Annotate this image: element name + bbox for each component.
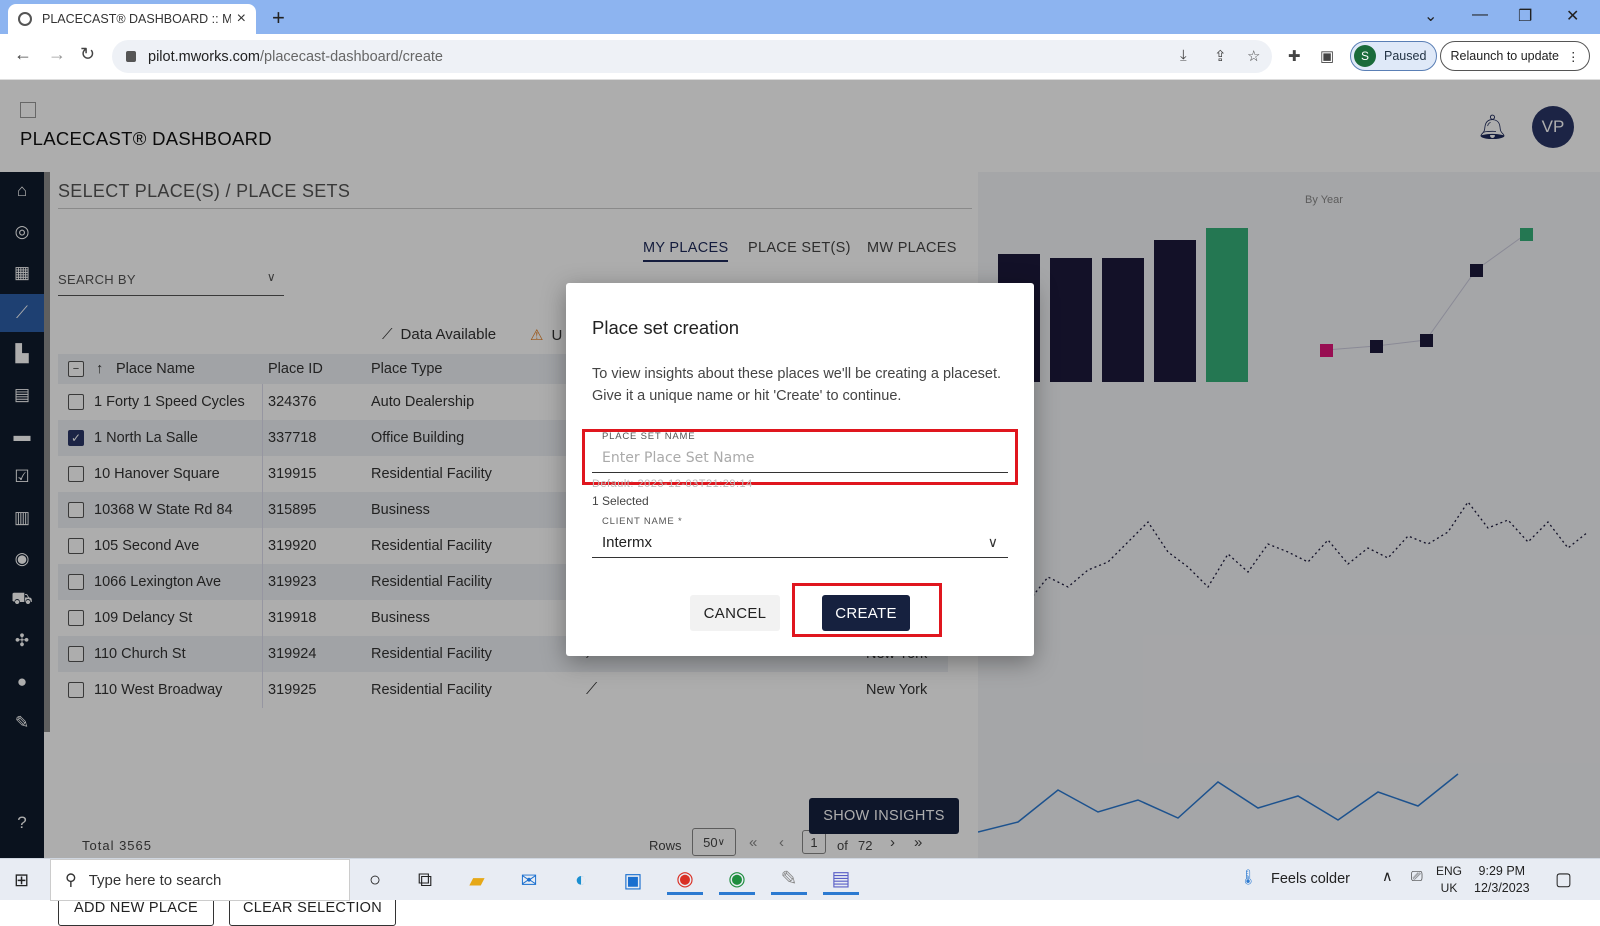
taskbar-search[interactable]: ⚲ Type here to search — [50, 859, 350, 901]
url-path: /placecast-dashboard/create — [260, 48, 443, 65]
close-tab-icon[interactable]: × — [237, 10, 246, 28]
place-set-creation-dialog: Place set creation To view insights abou… — [566, 283, 1034, 656]
clock-date: 12/3/2023 — [1474, 881, 1530, 895]
store-icon[interactable]: ▣ — [615, 865, 651, 895]
url-host: pilot.mworks.com — [148, 48, 260, 65]
back-icon[interactable]: ← — [14, 44, 32, 65]
taskbar-search-placeholder: Type here to search — [88, 871, 222, 889]
install-icon[interactable]: ⤓ — [1180, 47, 1187, 64]
client-name-label: CLIENT NAME * — [602, 516, 683, 527]
minimize-icon[interactable]: — — [1472, 6, 1488, 24]
address-bar: ← → ↻ pilot.mworks.com/placecast-dashboa… — [0, 34, 1600, 80]
side-panel-icon[interactable]: ▣ — [1320, 47, 1334, 65]
task-view-icon[interactable]: ⧉ — [407, 865, 443, 895]
restore-icon[interactable]: ❐ — [1518, 6, 1532, 26]
clock[interactable]: 9:29 PM 12/3/2023 — [1474, 863, 1530, 897]
relaunch-button[interactable]: Relaunch to update ⋮ — [1440, 41, 1590, 71]
url-field[interactable]: pilot.mworks.com/placecast-dashboard/cre… — [112, 40, 1272, 73]
windows-taskbar: ⊞ ⚲ Type here to search ○ ⧉ ▰ ✉ ◐ ▣ ◉ ◉ … — [0, 858, 1600, 901]
notifications-icon[interactable]: ▢ — [1555, 869, 1572, 890]
tab-title: PLACECAST® DASHBOARD :: M — [42, 12, 231, 26]
meet-now-icon[interactable]: ⎚ — [1411, 869, 1423, 885]
browser-tab-bar: PLACECAST® DASHBOARD :: M × + ⌄ — ❐ ✕ — [0, 0, 1600, 34]
clock-time: 9:29 PM — [1478, 864, 1526, 878]
share-icon[interactable]: ⇪ — [1214, 47, 1227, 65]
bookmark-star-icon[interactable]: ☆ — [1247, 47, 1260, 65]
profile-button[interactable]: S Paused — [1350, 41, 1437, 71]
forward-icon[interactable]: → — [48, 44, 66, 65]
weather-text[interactable]: Feels colder — [1271, 871, 1350, 887]
relaunch-label: Relaunch to update — [1450, 49, 1559, 63]
cancel-button[interactable]: CANCEL — [690, 595, 780, 631]
windows-start-icon[interactable]: ⊞ — [14, 870, 29, 891]
cortana-icon[interactable]: ○ — [357, 865, 393, 895]
dialog-description: To view insights about these places we'l… — [592, 366, 1002, 404]
client-name-select[interactable]: Intermx ∨ — [592, 528, 1008, 558]
reload-icon[interactable]: ↻ — [80, 44, 95, 65]
teams-icon[interactable]: ▤ — [823, 865, 859, 895]
highlight-box-name-field — [582, 429, 1018, 485]
close-window-icon[interactable]: ✕ — [1566, 6, 1579, 26]
chevron-down-icon: ∨ — [987, 534, 998, 550]
chrome-icon[interactable]: ◉ — [667, 865, 703, 895]
new-tab-icon[interactable]: + — [272, 5, 285, 31]
extensions-icon[interactable]: ✚ — [1288, 47, 1301, 65]
dialog-title: Place set creation — [592, 317, 740, 338]
client-name-value: Intermx — [602, 534, 653, 551]
language-indicator[interactable]: ENG UK — [1436, 863, 1462, 897]
selected-count: 1 Selected — [592, 494, 649, 508]
highlight-box-create — [792, 583, 942, 637]
search-icon: ⚲ — [65, 872, 77, 889]
chrome-profile-icon[interactable]: ◉ — [719, 865, 755, 895]
mail-icon[interactable]: ✉ — [511, 865, 547, 895]
lang-top: ENG — [1436, 864, 1463, 878]
tab-search-icon[interactable]: ⌄ — [1424, 6, 1437, 26]
browser-tab[interactable]: PLACECAST® DASHBOARD :: M × — [8, 4, 256, 34]
weather-icon[interactable]: 🌡︎ — [1239, 869, 1257, 886]
default-name-hint: Default: 2023-12-03T21:29:14 — [592, 478, 753, 490]
paint-icon[interactable]: ✎ — [771, 865, 807, 895]
lock-icon — [126, 51, 136, 62]
chevron-up-icon[interactable]: ∧ — [1382, 869, 1393, 885]
globe-icon — [18, 12, 32, 26]
profile-avatar: S — [1354, 45, 1376, 67]
lang-bottom: UK — [1440, 881, 1458, 895]
profile-status: Paused — [1384, 49, 1427, 63]
file-explorer-icon[interactable]: ▰ — [459, 865, 495, 895]
menu-dots-icon: ⋮ — [1566, 49, 1580, 64]
edge-icon[interactable]: ◐ — [563, 865, 599, 895]
